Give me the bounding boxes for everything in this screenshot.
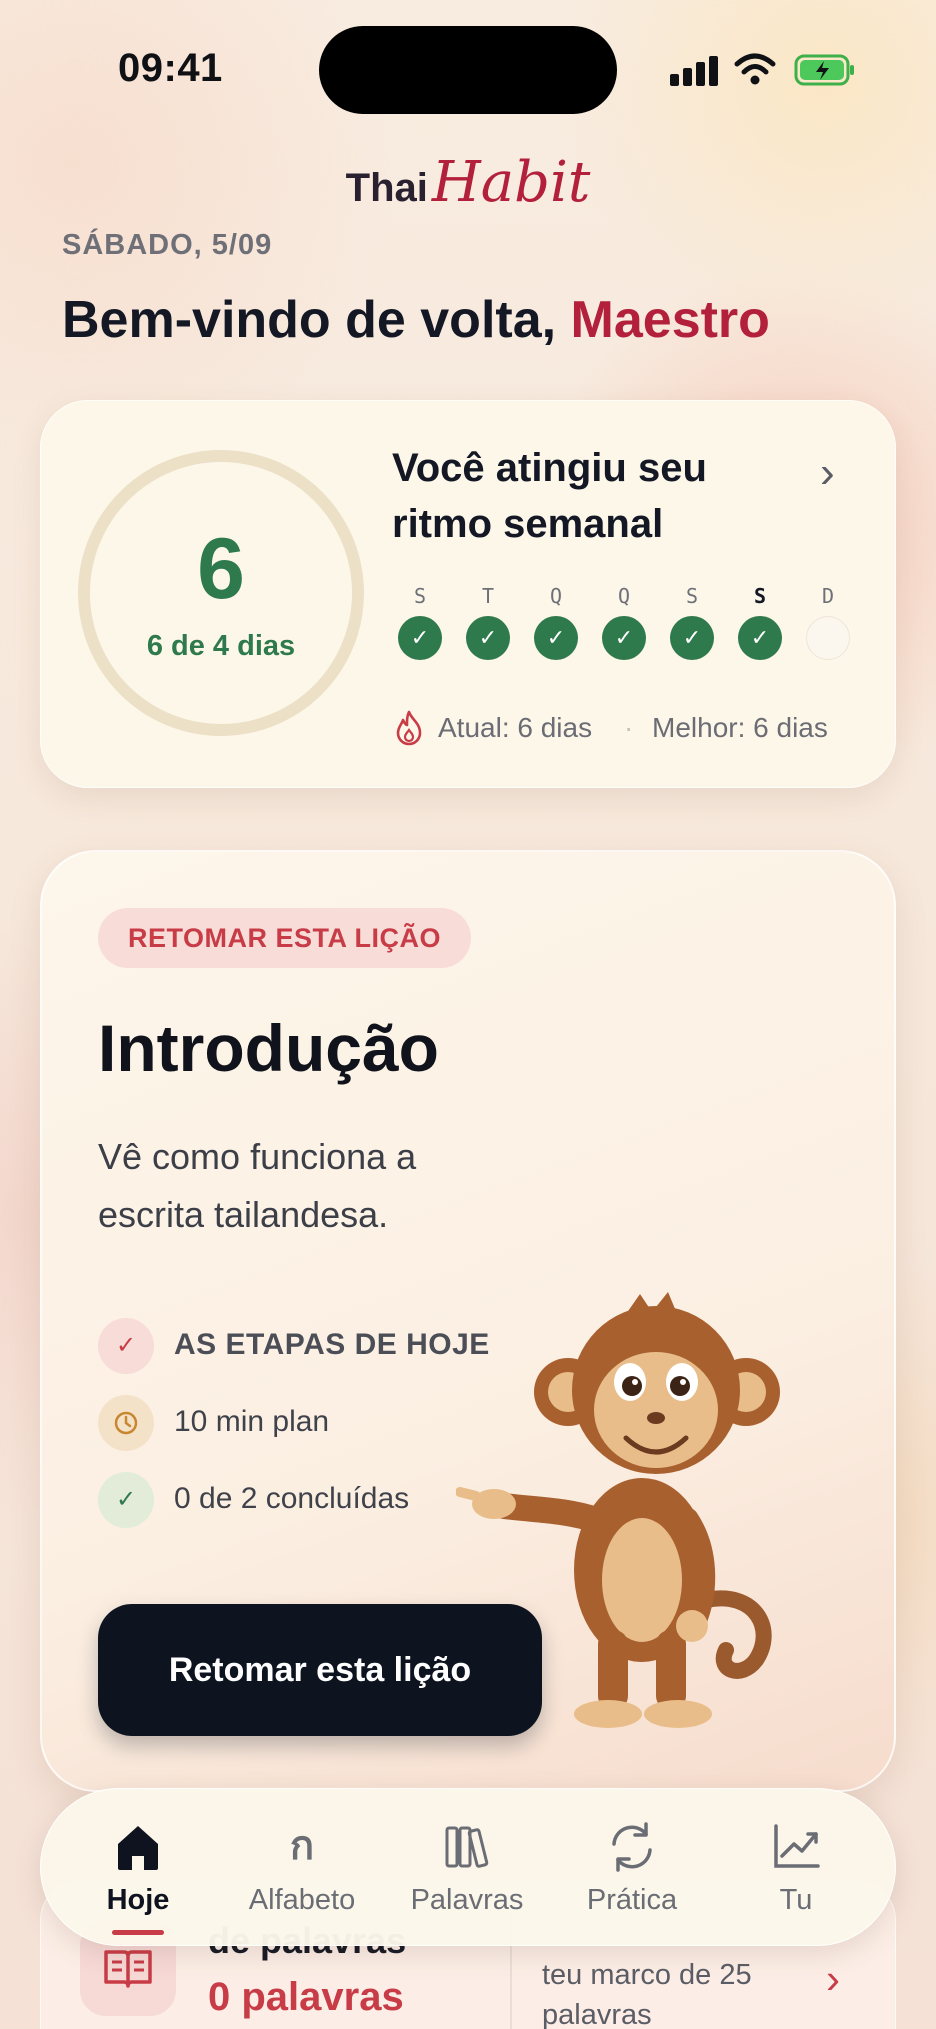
status-time: 09:41 xyxy=(118,46,223,90)
home-icon xyxy=(118,1826,158,1870)
tab-label: Hoje xyxy=(106,1884,170,1916)
welcome-prefix: Bem-vindo de volta, xyxy=(62,291,571,349)
current-streak: Atual: 6 dias xyxy=(438,712,593,743)
tab-words[interactable]: Palavras xyxy=(385,1808,549,1936)
chevron-right-icon[interactable]: › xyxy=(820,448,835,498)
tab-label: Tu xyxy=(779,1884,813,1916)
words-milestone: teu marco de 25 palavras xyxy=(542,1959,752,2029)
tab-label: Alfabeto xyxy=(248,1884,356,1916)
monkey-mascot-illustration xyxy=(456,1292,780,1728)
day-done-check-icon: ✓ xyxy=(398,616,442,660)
streak-subtitle: 6 de 4 dias xyxy=(146,630,296,662)
step-label-duration: 10 min plan xyxy=(174,1405,330,1438)
wifi-icon xyxy=(734,53,776,85)
day-label: S xyxy=(413,584,427,608)
battery-icon xyxy=(794,54,854,86)
day-done-check-icon: ✓ xyxy=(738,616,782,660)
refresh-icon xyxy=(612,1822,652,1872)
tab-you[interactable]: Tu xyxy=(714,1808,878,1936)
tab-practice[interactable]: Prática xyxy=(550,1808,714,1936)
tab-label: Prática xyxy=(586,1884,678,1916)
day-label: Q xyxy=(549,584,563,608)
check-icon: ✓ xyxy=(98,1318,154,1374)
check-icon: ✓ xyxy=(98,1472,154,1528)
app-logo: ThaiHabit xyxy=(0,150,936,215)
tab-label: Palavras xyxy=(410,1884,524,1916)
date-label: SÁBADO, 5/09 xyxy=(62,229,273,261)
lesson-title: Introdução xyxy=(98,1011,439,1085)
lesson-description: Vê como funciona a escrita tailandesa. xyxy=(98,1136,417,1235)
stat-separator: · xyxy=(624,712,634,743)
day-label-today: S xyxy=(753,584,767,608)
clock-icon xyxy=(98,1395,154,1451)
tab-alphabet[interactable]: ก Alfabeto xyxy=(220,1808,384,1936)
day-label: Q xyxy=(617,584,631,608)
step-label-progress: 0 de 2 concluídas xyxy=(174,1482,410,1515)
words-count: 0 palavras xyxy=(208,1975,404,2019)
best-streak: Melhor: 6 dias xyxy=(652,712,828,743)
logo-habit: Habit xyxy=(431,150,591,215)
signal-icon xyxy=(670,56,720,86)
day-done-check-icon: ✓ xyxy=(466,616,510,660)
step-label-today: AS ETAPAS DE HOJE xyxy=(174,1328,490,1361)
day-label: S xyxy=(685,584,699,608)
active-tab-indicator xyxy=(112,1930,164,1935)
logo-thai: Thai xyxy=(345,166,428,210)
welcome-heading: Bem-vindo de volta, Maestro xyxy=(62,290,770,350)
streak-title: Você atingiu seu ritmo semanal xyxy=(392,446,707,546)
tab-today[interactable]: Hoje xyxy=(56,1808,220,1936)
day-done-check-icon: ✓ xyxy=(602,616,646,660)
day-done-check-icon: ✓ xyxy=(534,616,578,660)
flame-icon xyxy=(396,710,422,746)
resume-lesson-badge: RETOMAR ESTA LIÇÃO xyxy=(98,908,472,968)
streak-count: 6 xyxy=(197,521,245,617)
dynamic-island xyxy=(319,26,617,114)
day-label: D xyxy=(821,584,835,608)
books-icon xyxy=(445,1826,489,1868)
day-pending-dot: ✓ xyxy=(806,616,850,660)
chart-icon xyxy=(774,1824,820,1868)
day-done-check-icon: ✓ xyxy=(670,616,714,660)
thai-letter-icon: ก xyxy=(289,1824,315,1868)
user-name: Maestro xyxy=(570,291,770,349)
chevron-right-icon[interactable]: › xyxy=(826,1955,840,2003)
day-label: T xyxy=(481,584,495,608)
